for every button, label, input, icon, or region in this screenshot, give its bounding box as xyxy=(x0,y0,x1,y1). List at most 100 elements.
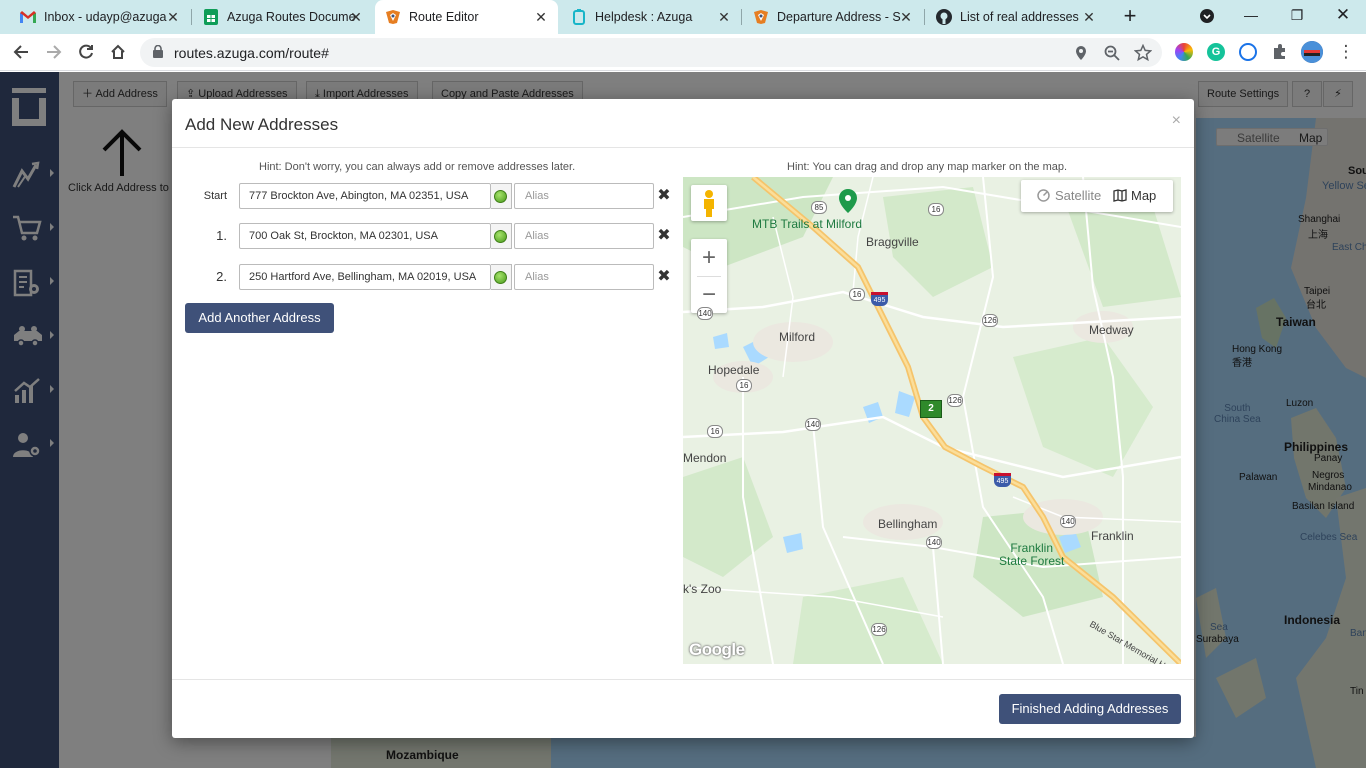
address-row-1: 1. 700 Oak St, Brockton, MA 02301, USA A… xyxy=(185,223,675,251)
route-shield: 16 xyxy=(707,425,723,438)
address-input[interactable]: 250 Hartford Ave, Bellingham, MA 02019, … xyxy=(239,264,491,290)
remove-address-icon[interactable]: ✖ xyxy=(656,187,672,205)
zoom-in-button[interactable]: + xyxy=(691,239,727,276)
address-input[interactable]: 700 Oak St, Brockton, MA 02301, USA xyxy=(239,223,491,249)
close-tab-icon[interactable]: ✕ xyxy=(532,8,550,26)
tab-divider xyxy=(191,9,192,25)
row-label: 2. xyxy=(216,269,227,284)
tab-azuga-routes-doc[interactable]: Azuga Routes Docume ✕ xyxy=(193,0,373,34)
new-tab-button[interactable]: + xyxy=(1118,5,1142,29)
address-status xyxy=(491,223,512,249)
color-extension-icon[interactable] xyxy=(1175,43,1193,61)
divider xyxy=(172,147,1194,148)
lock-icon[interactable] xyxy=(153,44,163,61)
home-icon[interactable] xyxy=(106,40,130,64)
map-canvas[interactable] xyxy=(683,177,1181,664)
sheets-icon xyxy=(203,9,219,25)
route-map[interactable]: + − Satellite Map MTB Trails at Milford … xyxy=(683,177,1181,664)
alias-input[interactable]: Alias xyxy=(514,183,654,209)
map-label: k's Zoo xyxy=(683,582,722,596)
browser-toolbar: routes.azuga.com/route# G ⋮ xyxy=(0,34,1366,71)
close-tab-icon[interactable]: ✕ xyxy=(164,8,182,26)
route-shield: 16 xyxy=(849,288,865,301)
verified-status-icon xyxy=(494,230,507,243)
close-window-icon[interactable]: ✕ xyxy=(1321,0,1365,32)
finished-adding-addresses-button[interactable]: Finished Adding Addresses xyxy=(999,694,1181,724)
interstate-shield: 495 xyxy=(871,292,888,306)
zoom-icon[interactable] xyxy=(1103,44,1121,62)
add-another-address-button[interactable]: Add Another Address xyxy=(185,303,334,333)
zoom-control: + − xyxy=(691,239,727,313)
tab-title: Azuga Routes Docume xyxy=(227,10,355,24)
close-tab-icon[interactable]: ✕ xyxy=(1080,8,1098,26)
address-status xyxy=(491,264,512,290)
github-icon xyxy=(936,9,952,25)
tab-divider xyxy=(924,9,925,25)
tab-search-icon[interactable] xyxy=(1185,0,1229,32)
forward-icon[interactable] xyxy=(42,40,66,64)
satellite-icon xyxy=(1037,189,1050,205)
map-type-control: Satellite Map xyxy=(1021,180,1173,212)
back-icon[interactable] xyxy=(9,40,33,64)
route-shield: 126 xyxy=(871,623,887,636)
route-marker[interactable]: 2 xyxy=(920,400,942,418)
close-tab-icon[interactable]: ✕ xyxy=(715,8,733,26)
profile-avatar[interactable] xyxy=(1301,41,1323,63)
tab-helpdesk[interactable]: Helpdesk : Azuga ✕ xyxy=(561,0,741,34)
location-icon[interactable] xyxy=(1072,44,1090,62)
tab-title: Departure Address - S xyxy=(777,10,901,24)
grammarly-icon[interactable]: G xyxy=(1207,43,1225,61)
verified-status-icon xyxy=(494,190,507,203)
address-status xyxy=(491,183,512,209)
route-shield: 140 xyxy=(805,418,821,431)
tab-title: Route Editor xyxy=(409,10,479,24)
address-input[interactable]: 777 Brockton Ave, Abington, MA 02351, US… xyxy=(239,183,491,209)
tab-departure-address[interactable]: Departure Address - S ✕ xyxy=(743,0,923,34)
reload-icon[interactable] xyxy=(74,40,98,64)
bookmark-star-icon[interactable] xyxy=(1133,43,1153,62)
addresses-hint: Hint: Don't worry, you can always add or… xyxy=(259,161,576,173)
alias-input[interactable]: Alias xyxy=(514,264,654,290)
route-shield: 140 xyxy=(697,307,713,320)
remove-address-icon[interactable]: ✖ xyxy=(656,268,672,286)
extensions-puzzle-icon[interactable] xyxy=(1271,43,1289,61)
close-tab-icon[interactable]: ✕ xyxy=(897,8,915,26)
map-label: MTB Trails at Milford xyxy=(752,217,863,231)
map-label: Braggville xyxy=(866,235,919,249)
map-label: Bellingham xyxy=(878,517,938,531)
route-shield: 140 xyxy=(1060,515,1076,528)
remove-address-icon[interactable]: ✖ xyxy=(656,227,672,245)
tab-title: Helpdesk : Azuga xyxy=(595,10,693,24)
url-text: routes.azuga.com/route# xyxy=(174,45,329,61)
address-row-2: 2. 250 Hartford Ave, Bellingham, MA 0201… xyxy=(185,264,675,292)
browser-tab-strip: Inbox - udayp@azuga ✕ Azuga Routes Docum… xyxy=(0,0,1366,34)
extension-target-icon[interactable] xyxy=(1239,43,1257,61)
route-shield: 16 xyxy=(736,379,752,392)
map-label: Mendon xyxy=(683,451,727,465)
tab-title: List of real addresses xyxy=(960,10,1079,24)
close-tab-icon[interactable]: ✕ xyxy=(347,8,365,26)
map-label: Franklin xyxy=(1091,529,1134,543)
map-button[interactable]: Map xyxy=(1131,188,1156,203)
close-modal-icon[interactable]: × xyxy=(1172,112,1181,130)
gmail-icon xyxy=(20,9,36,25)
tab-route-editor[interactable]: Route Editor ✕ xyxy=(375,0,558,34)
tab-github[interactable]: List of real addresses ✕ xyxy=(926,0,1106,34)
tab-divider xyxy=(741,9,742,25)
minimize-icon[interactable]: — xyxy=(1229,0,1273,32)
alias-input[interactable]: Alias xyxy=(514,223,654,249)
street-view-pegman-icon[interactable] xyxy=(691,185,727,221)
row-label: Start xyxy=(203,190,227,202)
restore-icon[interactable]: ❐ xyxy=(1275,0,1319,32)
address-bar[interactable]: routes.azuga.com/route# xyxy=(140,38,1162,67)
helpdesk-icon xyxy=(571,9,587,25)
map-hint: Hint: You can drag and drop any map mark… xyxy=(787,161,1068,173)
satellite-button[interactable]: Satellite xyxy=(1055,188,1101,203)
route-shield: 85 xyxy=(811,201,827,214)
map-icon xyxy=(1113,189,1127,205)
add-addresses-modal: Add New Addresses × Hint: Don't worry, y… xyxy=(172,99,1194,738)
address-row-start: Start 777 Brockton Ave, Abington, MA 023… xyxy=(185,183,675,211)
map-label: Medway xyxy=(1089,323,1134,337)
tab-gmail[interactable]: Inbox - udayp@azuga ✕ xyxy=(10,0,190,34)
chrome-menu-icon[interactable]: ⋮ xyxy=(1334,40,1358,64)
